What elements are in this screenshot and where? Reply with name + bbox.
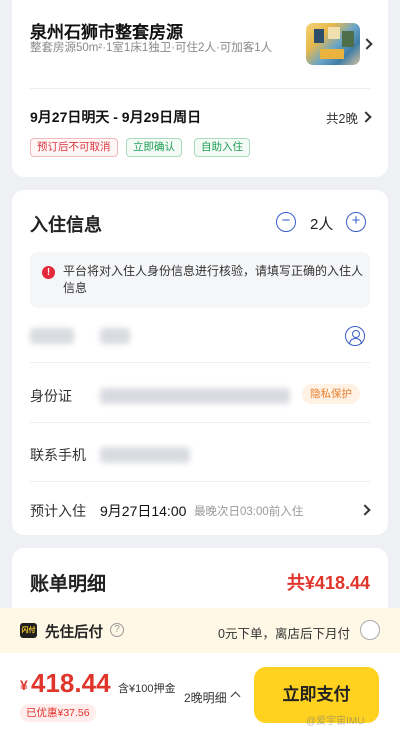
listing-description: 整套房源50m²·1室1床1独卫·可住2人·可加客1人 <box>30 42 273 54</box>
privacy-protection-badge[interactable]: 隐私保护 <box>302 384 360 404</box>
name-field-redacted[interactable] <box>100 328 130 344</box>
phone-label: 联系手机 <box>30 447 86 463</box>
tag-instant-confirm: 立即确认 <box>126 138 182 157</box>
checkin-hint: 最晚次日03:00前入住 <box>194 506 304 518</box>
pay-later-radio[interactable] <box>360 620 380 640</box>
pay-later-description: 0元下单，离店后下月付 <box>218 627 350 641</box>
currency-symbol: ¥ <box>20 677 28 693</box>
pay-later-icon: 闪付 <box>20 623 37 638</box>
contact-picker-icon[interactable] <box>345 326 365 346</box>
divider <box>30 422 370 423</box>
total-price: 418.44 <box>31 668 111 698</box>
id-number-field-redacted[interactable] <box>100 388 290 404</box>
listing-thumbnail[interactable] <box>306 23 360 65</box>
checkin-label: 预计入住 <box>30 503 86 519</box>
section-title-guest: 入住信息 <box>30 215 102 235</box>
guest-info-card: 入住信息 − 2人 + ! 平台将对入住人身份信息进行核验，请填写正确的入住人信… <box>12 190 388 535</box>
phone-field-redacted[interactable] <box>100 447 190 463</box>
nights-count[interactable]: 共2晚 <box>326 108 358 127</box>
divider <box>30 88 370 89</box>
listing-title[interactable]: 泉州石狮市整套房源 <box>30 18 183 43</box>
pay-later-bar[interactable]: 闪付 先住后付 ? 0元下单，离店后下月付 <box>0 608 400 653</box>
price-detail-toggle[interactable]: 2晚明细 <box>184 689 227 706</box>
chevron-right-icon[interactable] <box>361 38 373 50</box>
checkin-time[interactable]: 9月27日14:00 <box>100 501 186 521</box>
chevron-right-icon[interactable] <box>360 111 372 123</box>
listing-card: 泉州石狮市整套房源 整套房源50m²·1室1床1独卫·可住2人·可加客1人 9月… <box>12 0 388 177</box>
minus-button[interactable]: − <box>276 212 296 232</box>
alert-icon: ! <box>42 266 55 279</box>
tag-non-refundable: 预订后不可取消 <box>30 138 118 157</box>
verification-notice: ! 平台将对入住人身份信息进行核验，请填写正确的入住人信息 <box>30 252 370 308</box>
notice-text: 平台将对入住人身份信息进行核验，请填写正确的入住人信息 <box>63 264 364 295</box>
help-icon[interactable]: ? <box>110 623 124 637</box>
tag-self-checkin: 自助入住 <box>194 138 250 157</box>
watermark: @爱宇宙IMU <box>306 716 365 727</box>
chevron-right-icon[interactable] <box>359 504 371 516</box>
bill-total: 共¥418.44 <box>286 573 370 593</box>
stay-dates[interactable]: 9月27日明天 - 9月29日周日 <box>30 107 201 127</box>
guest-count: 2人 <box>310 216 334 233</box>
plus-button[interactable]: + <box>346 212 366 232</box>
bill-title: 账单明细 <box>30 574 107 595</box>
name-label-redacted <box>30 328 74 344</box>
pay-later-title: 先住后付 <box>45 625 103 641</box>
deposit-note: 含¥100押金 <box>118 683 176 695</box>
divider <box>30 481 370 482</box>
divider <box>30 362 370 363</box>
id-label: 身份证 <box>30 388 72 404</box>
chevron-up-icon[interactable] <box>230 691 241 702</box>
discount-badge: 已优惠¥37.56 <box>20 704 96 722</box>
